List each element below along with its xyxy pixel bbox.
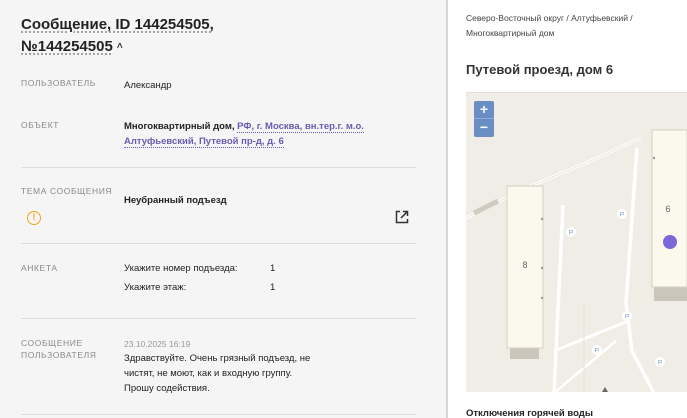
warning-icon: ! — [27, 211, 41, 225]
divider — [21, 243, 416, 244]
survey-item: Укажите этаж: 1 — [124, 278, 275, 297]
divider — [21, 167, 416, 168]
survey-answer: 1 — [270, 263, 276, 274]
topic-row: ТЕМА СООБЩЕНИЯ ! Неубранный подъезд — [21, 185, 416, 230]
survey-item: Укажите номер подъезда: 1 — [124, 259, 275, 278]
breadcrumb-line-1[interactable]: Северо-Восточный округ / Алтуфьевский / — [466, 11, 681, 26]
user-value: Александр — [124, 80, 172, 91]
topic-value: Неубранный подъезд — [124, 195, 227, 206]
breadcrumb: Северо-Восточный округ / Алтуфьевский / … — [466, 11, 681, 41]
title-line-2: №144254505 — [21, 38, 113, 55]
map-parking-label: P — [569, 230, 573, 237]
object-label: ОБЪЕКТ — [21, 120, 60, 130]
user-row: ПОЛЬЗОВАТЕЛЬ Александр — [21, 77, 416, 97]
message-details-panel: Сообщение, ID 144254505, №144254505 ˄ ПОЛ… — [0, 0, 446, 418]
survey-answer: 1 — [270, 282, 276, 293]
message-line: Прошу содействия. — [124, 383, 210, 394]
map-parking-label: P — [620, 212, 624, 219]
message-label: СООБЩЕНИЕ ПОЛЬЗОВАТЕЛЯ — [21, 337, 116, 361]
message-line: Здравствуйте. Очень грязный подъезд, не — [124, 353, 311, 364]
survey-question: Укажите номер подъезда: — [124, 263, 238, 274]
zoom-out-button[interactable]: − — [474, 119, 494, 137]
survey-answers: Укажите номер подъезда: 1 Укажите этаж: 1 — [124, 259, 275, 297]
message-label-line-1: СООБЩЕНИЕ — [21, 338, 83, 348]
map[interactable]: 8 6 P P P P P + − — [466, 92, 687, 392]
survey-label: АНКЕТА — [21, 263, 58, 273]
object-row: ОБЪЕКТ Многоквартирный дом, РФ, г. Москв… — [21, 119, 416, 153]
topic-label: ТЕМА СООБЩЕНИЯ — [21, 186, 113, 196]
zoom-control: + − — [474, 101, 494, 137]
message-label-line-2: ПОЛЬЗОВАТЕЛЯ — [21, 350, 97, 360]
user-label: ПОЛЬЗОВАТЕЛЬ — [21, 78, 96, 88]
survey-question: Укажите этаж: — [124, 282, 187, 293]
message-date: 23.10.2025 16:19 — [124, 339, 191, 349]
object-type: Многоквартирный дом, — [124, 121, 235, 132]
message-line: чистят, не моют, как и входную группу. — [124, 368, 293, 379]
message-body: 23.10.2025 16:19 Здравствуйте. Очень гря… — [124, 337, 310, 396]
survey-row: АНКЕТА Укажите номер подъезда: 1 Укажите … — [21, 262, 416, 302]
map-parking-label: P — [625, 314, 629, 321]
hot-water-outages-heading: Отключения горячей воды — [466, 408, 593, 418]
object-value: Многоквартирный дом, РФ, г. Москва, вн.т… — [124, 119, 394, 149]
map-building-6-label: 6 — [665, 204, 670, 214]
chevron-up-icon[interactable]: ˄ — [117, 36, 123, 58]
divider — [21, 318, 416, 319]
zoom-in-button[interactable]: + — [474, 101, 494, 119]
building-marker-icon[interactable] — [663, 235, 677, 249]
divider — [21, 414, 416, 415]
map-parking-label: P — [595, 348, 599, 355]
page-title: Сообщение, ID 144254505, №144254505 ˄ — [21, 14, 261, 58]
map-canvas[interactable]: 8 6 P P P P P — [466, 93, 687, 392]
breadcrumb-line-2[interactable]: Многоквартирный дом — [466, 26, 681, 41]
map-building-8-label: 8 — [522, 260, 527, 270]
title-line-1: Сообщение, ID 144254505, — [21, 16, 214, 33]
object-address-heading: Путевой проезд, дом 6 — [466, 62, 614, 77]
message-row: СООБЩЕНИЕ ПОЛЬЗОВАТЕЛЯ 23.10.2025 16:19 … — [21, 337, 416, 399]
object-sidebar: Северо-Восточный округ / Алтуфьевский / … — [448, 0, 687, 418]
external-link-icon[interactable] — [394, 209, 410, 225]
map-parking-label: P — [658, 360, 662, 367]
